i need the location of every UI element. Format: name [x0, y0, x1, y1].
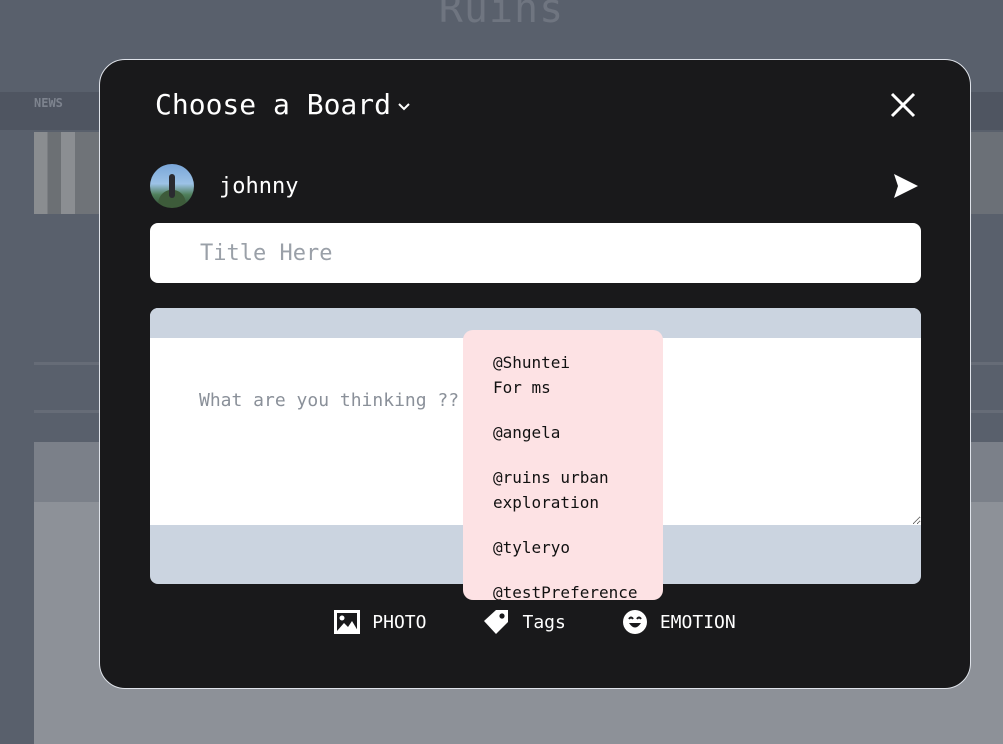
- tags-label: Tags: [522, 611, 566, 633]
- mention-item[interactable]: @testPreference: [493, 580, 663, 600]
- mention-suggestion-list: @Shuntei For ms @angela @ruins urban exp…: [463, 330, 663, 600]
- tag-icon: [484, 610, 509, 634]
- avatar: [150, 164, 194, 208]
- username: johnny: [219, 173, 299, 199]
- board-select-label: Choose a Board: [155, 88, 392, 121]
- send-icon[interactable]: [892, 172, 920, 200]
- background-thumbnail: [34, 132, 102, 214]
- mention-item[interactable]: @ruins urban exploration: [493, 465, 663, 515]
- board-select-dropdown[interactable]: Choose a Board: [155, 88, 411, 121]
- create-post-modal: Choose a Board johnny Submit @Shuntei Fo…: [99, 59, 971, 689]
- photo-button[interactable]: PHOTO: [334, 610, 426, 634]
- image-icon: [334, 610, 361, 634]
- background-nav-item: NEWS: [34, 96, 63, 110]
- emotion-button[interactable]: EMOTION: [622, 609, 736, 635]
- emotion-label: EMOTION: [659, 611, 736, 633]
- post-actions-bar: PHOTO Tags EMOTION: [100, 609, 970, 635]
- background-page-title: Ruins: [438, 0, 565, 32]
- tags-button[interactable]: Tags: [482, 609, 566, 635]
- photo-label: PHOTO: [372, 611, 427, 633]
- title-input[interactable]: [150, 223, 921, 283]
- close-icon[interactable]: [888, 90, 918, 120]
- smile-icon: [622, 610, 647, 634]
- author-row: johnny: [150, 164, 298, 208]
- mention-item[interactable]: @tyleryo: [493, 535, 663, 560]
- mention-item[interactable]: @angela: [493, 420, 663, 445]
- mention-item[interactable]: @Shuntei For ms: [493, 350, 663, 400]
- chevron-down-icon: [397, 97, 411, 116]
